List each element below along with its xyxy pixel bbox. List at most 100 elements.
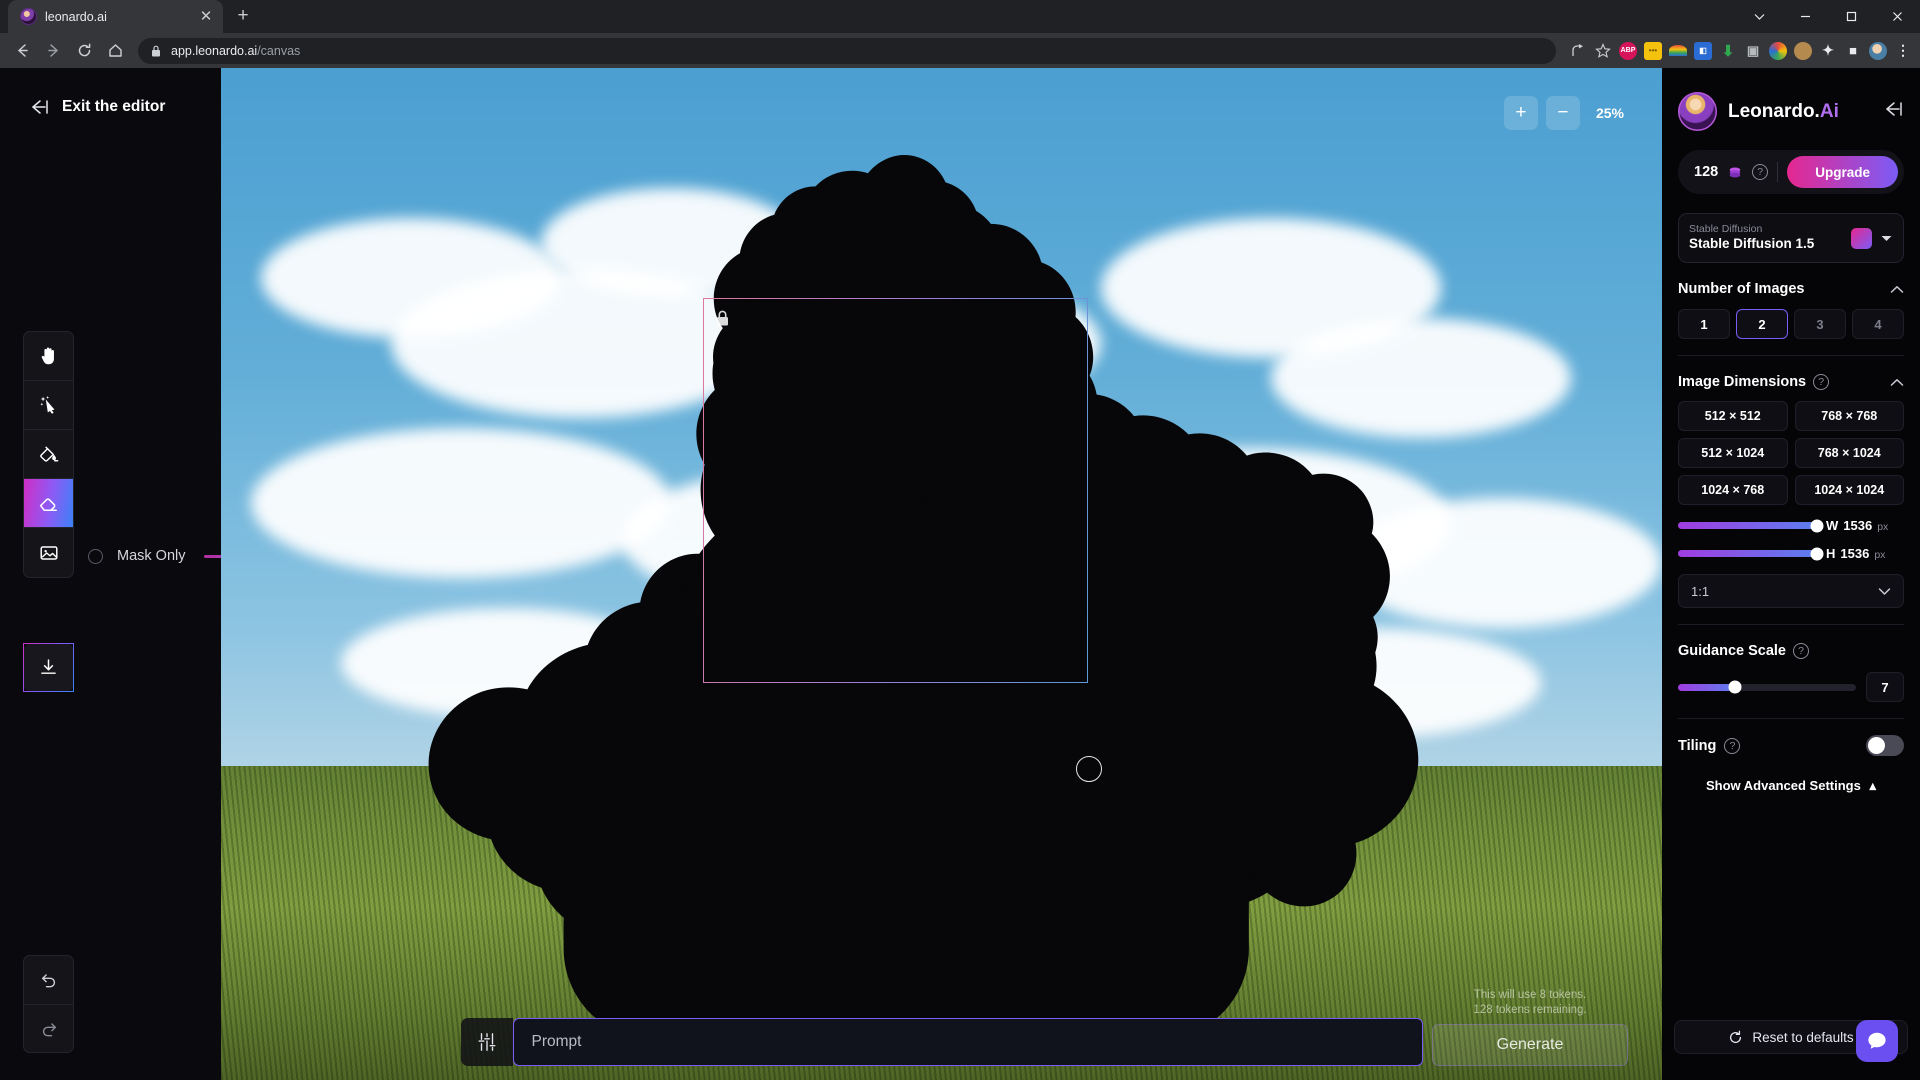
- brush-fill-tool[interactable]: [24, 430, 73, 479]
- adblock-plus-icon[interactable]: ABP: [1619, 41, 1637, 60]
- show-advanced-settings-button[interactable]: Show Advanced Settings ▴: [1674, 778, 1908, 794]
- brush-cursor: [1076, 756, 1102, 782]
- image-upload-tool[interactable]: [24, 528, 73, 577]
- reload-icon[interactable]: [70, 37, 98, 65]
- help-icon[interactable]: ?: [1793, 643, 1809, 659]
- omnibox[interactable]: app.leonardo.ai/canvas: [138, 37, 1556, 64]
- mask-only-radio[interactable]: [88, 548, 103, 564]
- zoom-in-button[interactable]: +: [1503, 96, 1538, 130]
- exit-arrow-icon: [32, 100, 48, 114]
- divider: [1678, 718, 1904, 719]
- token-note-line-1: This will use 8 tokens.: [1473, 988, 1587, 1001]
- prompt-input[interactable]: Prompt: [512, 1018, 1423, 1066]
- num-images-option-3[interactable]: 3: [1794, 309, 1846, 339]
- help-icon[interactable]: ?: [1813, 374, 1830, 390]
- dimension-preset-768x1024[interactable]: 768 × 1024: [1794, 438, 1904, 468]
- yellow-notes-icon[interactable]: •••: [1644, 41, 1662, 60]
- close-icon[interactable]: ✕: [197, 8, 215, 26]
- minimize-icon[interactable]: [1782, 0, 1828, 33]
- maximize-icon[interactable]: [1828, 0, 1874, 33]
- model-thumbnail: [1851, 227, 1872, 249]
- guidance-scale-value[interactable]: 7: [1866, 672, 1904, 702]
- back-icon[interactable]: [8, 37, 36, 65]
- home-icon[interactable]: [101, 37, 129, 65]
- token-balance-row: 128 ? Upgrade: [1678, 150, 1904, 194]
- brand-title: Leonardo.Ai: [1728, 100, 1839, 122]
- avatar[interactable]: [1678, 92, 1717, 131]
- dimension-preset-512x512[interactable]: 512 × 512: [1678, 401, 1788, 431]
- pan-hand-tool[interactable]: [24, 332, 73, 381]
- token-count: 128: [1694, 164, 1719, 180]
- chevron-up-icon[interactable]: [1890, 285, 1904, 294]
- chevron-up-icon[interactable]: [1890, 378, 1904, 387]
- redo-button[interactable]: [23, 1004, 74, 1053]
- download-helper-icon[interactable]: ⬇: [1719, 42, 1737, 60]
- close-icon[interactable]: [1874, 0, 1920, 33]
- blue-box-icon[interactable]: ◧: [1694, 41, 1712, 60]
- number-of-images-options: 1 2 3 4: [1674, 309, 1908, 339]
- token-usage-note: This will use 8 tokens. 128 tokens remai…: [1423, 988, 1638, 1019]
- dimension-preset-768x768[interactable]: 768 × 768: [1794, 401, 1904, 431]
- collapse-panel-icon[interactable]: [1882, 101, 1904, 122]
- help-icon[interactable]: ?: [1724, 737, 1741, 754]
- generate-button[interactable]: Generate: [1432, 1024, 1628, 1066]
- model-text: Stable Diffusion Stable Diffusion 1.5: [1689, 223, 1843, 252]
- forward-icon[interactable]: [39, 37, 67, 65]
- magic-select-tool[interactable]: [24, 381, 73, 430]
- dimension-preset-512x1024[interactable]: 512 × 1024: [1678, 438, 1788, 468]
- image-dimensions-header: Image Dimensions ?: [1674, 374, 1908, 390]
- new-tab-button[interactable]: +: [229, 2, 257, 30]
- guidance-scale-slider[interactable]: [1678, 680, 1856, 694]
- exit-editor-button[interactable]: Exit the editor: [28, 98, 165, 116]
- browser-tab[interactable]: leonardo.ai ✕: [8, 0, 223, 33]
- puzzle-extensions-icon[interactable]: ✦: [1819, 42, 1837, 60]
- editor-canvas[interactable]: + − 25% Prompt This will use 8 tokens. 1…: [221, 68, 1662, 1080]
- dimension-preset-1024x768[interactable]: 1024 × 768: [1678, 475, 1788, 505]
- divider: [1777, 162, 1779, 182]
- num-images-option-1[interactable]: 1: [1678, 309, 1730, 339]
- share-icon[interactable]: [1569, 42, 1587, 60]
- download-button[interactable]: [23, 643, 74, 692]
- chevron-down-icon[interactable]: [1880, 234, 1893, 243]
- dimension-preset-1024x1024[interactable]: 1024 × 1024: [1794, 475, 1904, 505]
- zoom-out-button[interactable]: −: [1545, 96, 1580, 130]
- settings-panel: Leonardo.Ai 128 ? Upgrade Stable Diffusi…: [1662, 68, 1920, 1080]
- extension-toolbar: ABP ••• ◧ ⬇ ▣ ✦ ■ ⋮: [1565, 41, 1912, 60]
- selection-box[interactable]: [703, 298, 1088, 683]
- guidance-scale-header: Guidance Scale ?: [1674, 643, 1908, 659]
- aspect-ratio-value: 1:1: [1691, 583, 1710, 599]
- rainbow-icon[interactable]: [1669, 45, 1687, 56]
- height-slider[interactable]: [1678, 547, 1824, 560]
- bookmark-star-icon[interactable]: [1594, 42, 1612, 60]
- aspect-ratio-select[interactable]: 1:1: [1678, 574, 1904, 608]
- lock-icon[interactable]: [715, 310, 730, 332]
- width-number: 1536: [1843, 518, 1873, 533]
- number-of-images-header: Number of Images: [1674, 281, 1908, 297]
- num-images-option-4[interactable]: 4: [1852, 309, 1904, 339]
- color-wheel-icon[interactable]: [1769, 41, 1787, 60]
- help-icon[interactable]: ?: [1752, 164, 1769, 180]
- undo-button[interactable]: [23, 955, 74, 1004]
- eraser-tool[interactable]: [24, 479, 73, 528]
- sliders-icon[interactable]: [460, 1018, 513, 1066]
- chevron-down-icon[interactable]: [1736, 0, 1782, 33]
- chat-support-icon[interactable]: [1856, 1020, 1898, 1062]
- num-images-option-2[interactable]: 2: [1736, 309, 1788, 339]
- cookie-icon[interactable]: [1794, 41, 1812, 60]
- tool-group: [23, 331, 74, 578]
- tiling-toggle[interactable]: [1866, 735, 1904, 756]
- width-slider[interactable]: [1678, 519, 1824, 532]
- model-name: Stable Diffusion 1.5: [1689, 235, 1815, 251]
- width-unit: px: [1877, 521, 1889, 533]
- browser-menu-icon[interactable]: ⋮: [1894, 42, 1912, 60]
- square-icon[interactable]: ■: [1844, 42, 1862, 60]
- profile-avatar-icon[interactable]: [1869, 41, 1887, 60]
- address-bar-row: app.leonardo.ai/canvas ABP ••• ◧ ⬇ ▣ ✦ ■…: [0, 33, 1920, 68]
- divider: [1678, 355, 1904, 356]
- model-selector[interactable]: Stable Diffusion Stable Diffusion 1.5: [1678, 213, 1904, 263]
- screenshot-camera-icon[interactable]: ▣: [1744, 42, 1762, 60]
- upgrade-button[interactable]: Upgrade: [1787, 156, 1898, 188]
- dimension-presets: 512 × 512 768 × 768 512 × 1024 768 × 102…: [1674, 401, 1908, 505]
- tab-title: leonardo.ai: [45, 9, 107, 24]
- height-slider-row: H 1536 px: [1674, 546, 1908, 561]
